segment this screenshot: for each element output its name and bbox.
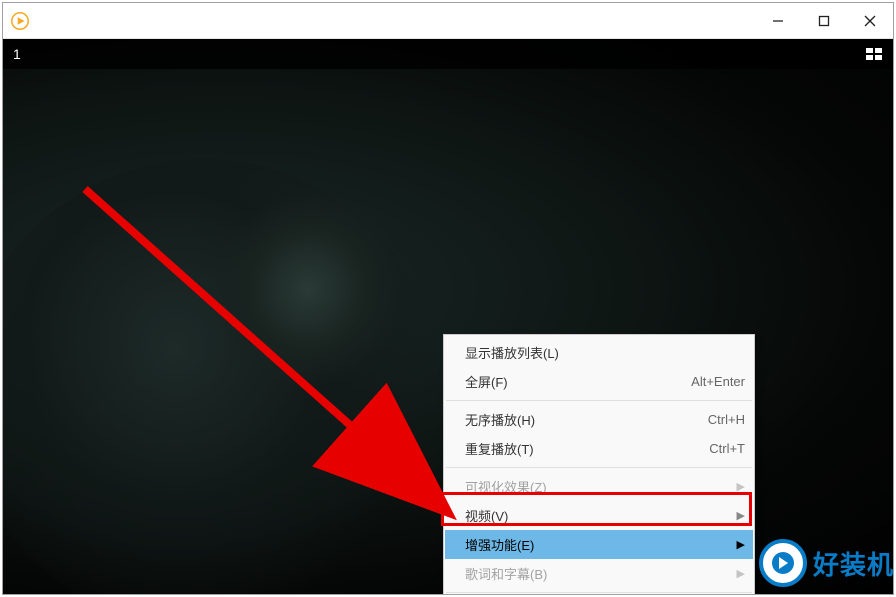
now-playing-overlay: 1 — [3, 39, 893, 69]
watermark: 好装机 — [759, 539, 894, 587]
ctx-video[interactable]: 视频(V) ▶ — [445, 501, 753, 530]
ctx-separator — [446, 400, 752, 401]
video-viewport[interactable]: 1 显示播放列表(L) 全屏(F) Alt+Enter 无序播放(H) Ctrl… — [3, 39, 893, 594]
watermark-text: 好装机 — [813, 545, 894, 582]
app-window: 1 显示播放列表(L) 全屏(F) Alt+Enter 无序播放(H) Ctrl… — [2, 2, 894, 595]
switch-view-icon[interactable] — [865, 47, 883, 61]
titlebar — [3, 3, 893, 39]
watermark-play-icon — [759, 539, 807, 587]
close-button[interactable] — [847, 3, 893, 38]
submenu-arrow-icon: ▶ — [735, 480, 745, 493]
minimize-button[interactable] — [755, 3, 801, 38]
ctx-shuffle[interactable]: 无序播放(H) Ctrl+H — [445, 405, 753, 434]
submenu-arrow-icon: ▶ — [735, 567, 745, 580]
video-silhouette — [3, 139, 463, 594]
ctx-show-playlist[interactable]: 显示播放列表(L) — [445, 338, 753, 367]
maximize-button[interactable] — [801, 3, 847, 38]
ctx-visualizations: 可视化效果(Z) ▶ — [445, 472, 753, 501]
submenu-arrow-icon: ▶ — [735, 538, 745, 551]
ctx-separator — [446, 467, 752, 468]
context-menu: 显示播放列表(L) 全屏(F) Alt+Enter 无序播放(H) Ctrl+H… — [443, 334, 755, 594]
wmp-app-icon — [11, 12, 29, 30]
ctx-repeat[interactable]: 重复播放(T) Ctrl+T — [445, 434, 753, 463]
ctx-lyrics-subtitles: 歌词和字幕(B) ▶ — [445, 559, 753, 588]
window-controls — [755, 3, 893, 38]
ctx-enhancements[interactable]: 增强功能(E) ▶ — [445, 530, 753, 559]
submenu-arrow-icon: ▶ — [735, 509, 745, 522]
ctx-fullscreen[interactable]: 全屏(F) Alt+Enter — [445, 367, 753, 396]
ctx-separator — [446, 592, 752, 593]
track-number: 1 — [13, 46, 21, 62]
